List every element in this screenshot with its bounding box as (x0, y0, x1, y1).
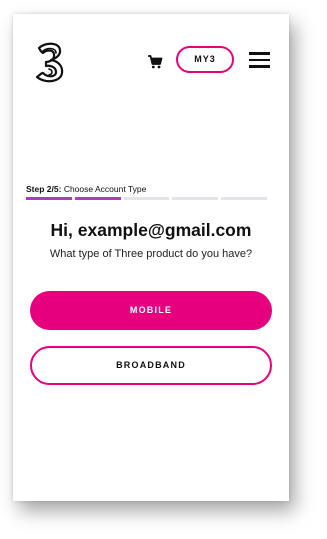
progress-segment (172, 197, 219, 200)
screenshot-stage: MY3 Step 2/5: Choose Account Type Hi, ex… (0, 0, 327, 539)
step-progress-bar (26, 197, 267, 200)
progress-segment (26, 197, 72, 200)
my3-button[interactable]: MY3 (176, 46, 234, 73)
hamburger-menu-icon[interactable] (249, 52, 270, 68)
broadband-button[interactable]: BROADBAND (30, 346, 272, 385)
progress-segment (74, 197, 121, 200)
step-number: Step 2/5: (26, 184, 62, 194)
shopping-cart-icon[interactable] (147, 54, 163, 70)
three-logo-icon[interactable] (29, 40, 67, 84)
progress-segment (221, 197, 267, 200)
step-title: Choose Account Type (63, 184, 147, 194)
step-indicator: Step 2/5: Choose Account Type (26, 184, 146, 194)
product-question: What type of Three product do you have? (49, 248, 253, 260)
phone-screen: MY3 Step 2/5: Choose Account Type Hi, ex… (13, 14, 289, 501)
mobile-button[interactable]: MOBILE (30, 291, 272, 330)
site-header: MY3 (13, 14, 289, 106)
greeting-heading: Hi, example@gmail.com (50, 220, 252, 240)
progress-segment (123, 197, 170, 200)
main-content: Step 2/5: Choose Account Type Hi, exampl… (13, 106, 289, 501)
